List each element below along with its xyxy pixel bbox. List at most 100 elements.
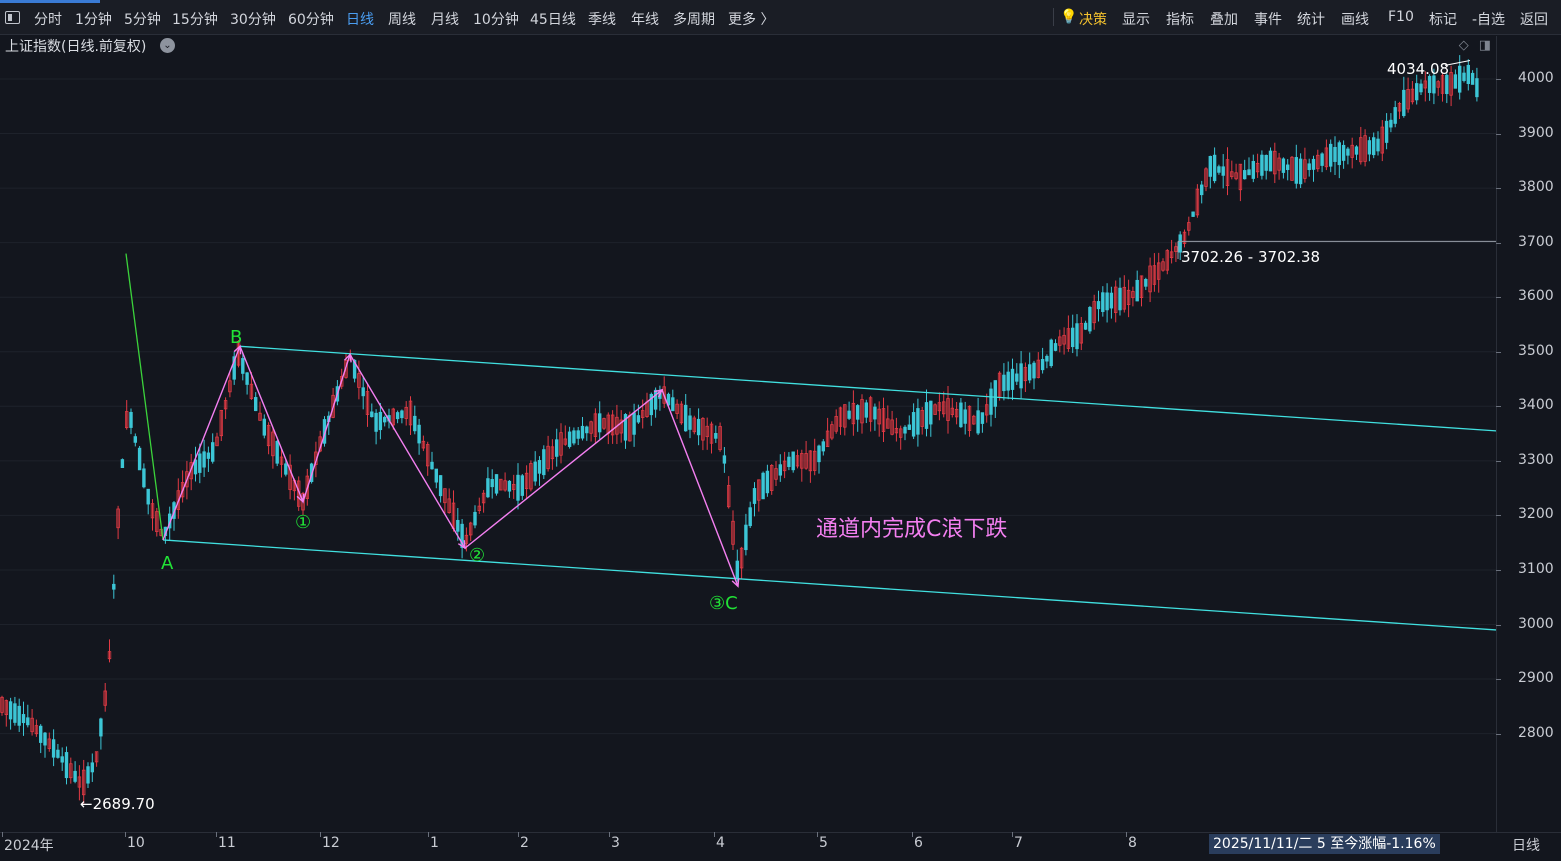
candle-body	[533, 461, 537, 482]
candle-body	[430, 461, 434, 470]
x-tick-mark	[912, 832, 913, 837]
y-tick-label: 3100	[1518, 560, 1554, 577]
candle-body	[400, 410, 404, 419]
y-tick-mark	[1496, 242, 1501, 244]
candle-body	[576, 430, 580, 439]
candle-body	[714, 433, 718, 439]
watchlist-button[interactable]: -自选	[1472, 9, 1505, 29]
toolbar-accent-line	[0, 0, 100, 3]
candle-body	[963, 409, 967, 424]
tab-45day[interactable]: 45日线	[530, 9, 576, 29]
tab-quarterly[interactable]: 季线	[588, 9, 616, 29]
y-tick-label: 4000	[1518, 70, 1554, 86]
y-tick-label: 3900	[1518, 124, 1554, 141]
tab-monthly[interactable]: 月线	[431, 9, 459, 29]
candle-body	[555, 439, 559, 457]
tab-30min[interactable]: 30分钟	[230, 9, 276, 29]
x-tick-mark	[518, 832, 519, 837]
tab-minute[interactable]: 分时	[34, 9, 62, 29]
candle-body	[361, 387, 365, 397]
overlay-button[interactable]: 叠加	[1210, 9, 1238, 29]
tab-yearly[interactable]: 年线	[631, 9, 659, 29]
candle-body	[1200, 184, 1204, 196]
candlestick-chart[interactable]	[0, 36, 1496, 832]
candle-body	[1088, 306, 1092, 332]
toolbar-separator	[1053, 8, 1054, 26]
candle-body	[99, 718, 103, 737]
y-tick-mark	[1496, 569, 1501, 571]
candle-body	[8, 701, 13, 720]
candle-body	[1101, 292, 1105, 312]
sidebar-toggle-icon[interactable]	[5, 11, 20, 24]
candle-body	[1118, 287, 1122, 311]
candle-body	[1268, 150, 1273, 172]
x-tick-mark	[216, 832, 217, 837]
candle-body	[133, 436, 137, 443]
candle-body	[64, 752, 69, 779]
tab-multi-period[interactable]: 多周期	[673, 9, 715, 29]
y-tick-mark	[1496, 733, 1501, 735]
mark-button[interactable]: 标记	[1429, 9, 1457, 29]
x-tick-mark	[2, 832, 3, 837]
candle-body	[520, 475, 524, 496]
candle-body	[86, 766, 90, 784]
candle-body	[1372, 137, 1376, 156]
x-tick-label: 10	[127, 835, 145, 851]
candle-body	[1415, 83, 1419, 101]
x-tick-label: 3	[611, 835, 620, 851]
tab-5min[interactable]: 5分钟	[124, 9, 161, 29]
wave-label-1: ①	[295, 512, 312, 533]
candle-body	[1010, 368, 1015, 390]
candle-body	[817, 445, 821, 463]
candle-body	[1144, 278, 1148, 287]
back-button[interactable]: 返回	[1520, 9, 1548, 29]
tab-60min[interactable]: 60分钟	[288, 9, 334, 29]
y-tick-label: 3800	[1518, 179, 1554, 196]
tab-1min[interactable]: 1分钟	[75, 9, 112, 29]
candle-body	[636, 415, 641, 423]
tab-daily[interactable]: 日线	[346, 9, 374, 29]
x-tick-mark	[714, 832, 715, 837]
event-button[interactable]: 事件	[1254, 9, 1282, 29]
more-menu[interactable]: 更多 〉	[728, 9, 774, 29]
candle-body	[1243, 170, 1247, 180]
candle-body	[1105, 292, 1109, 311]
decision-button[interactable]: 决策	[1079, 9, 1107, 29]
candle-body	[486, 478, 490, 498]
candle-body	[1337, 142, 1341, 166]
candle-body	[1221, 166, 1225, 176]
candle-body	[1135, 279, 1139, 302]
x-tick-label: 2	[520, 835, 529, 851]
candle-body	[653, 389, 658, 410]
f10-button[interactable]: F10	[1388, 9, 1414, 25]
candle-body	[791, 451, 795, 471]
candle-body	[206, 452, 211, 459]
candle-body	[1389, 119, 1393, 128]
candle-body	[1402, 89, 1406, 117]
statistics-button[interactable]: 统计	[1297, 9, 1325, 29]
candle-body	[1384, 120, 1389, 143]
candle-body	[1083, 322, 1088, 330]
tab-15min[interactable]: 15分钟	[172, 9, 218, 29]
draw-line-button[interactable]: 画线	[1341, 9, 1369, 29]
candle-body	[542, 449, 546, 476]
display-button[interactable]: 显示	[1122, 9, 1150, 29]
wave-overlays	[125, 59, 1496, 631]
x-tick-mark	[320, 832, 321, 837]
y-tick-mark	[1496, 79, 1501, 80]
indicator-button[interactable]: 指标	[1166, 9, 1194, 29]
candle-body	[911, 412, 916, 437]
candle-body	[864, 402, 868, 418]
candle-body	[1376, 138, 1380, 152]
tab-weekly[interactable]: 周线	[388, 9, 416, 29]
candle-body	[989, 388, 993, 415]
y-tick-label: 3000	[1518, 615, 1554, 632]
x-tick-mark	[609, 832, 610, 837]
status-readout: 2025/11/11/二 5 至今涨幅-1.16%	[1209, 834, 1440, 854]
tab-10min[interactable]: 10分钟	[473, 9, 519, 29]
wave-label-a: A	[161, 553, 174, 574]
candle-body	[1212, 154, 1217, 182]
candle-body	[752, 488, 757, 504]
candle-body	[1341, 144, 1346, 161]
candle-body	[17, 705, 21, 726]
